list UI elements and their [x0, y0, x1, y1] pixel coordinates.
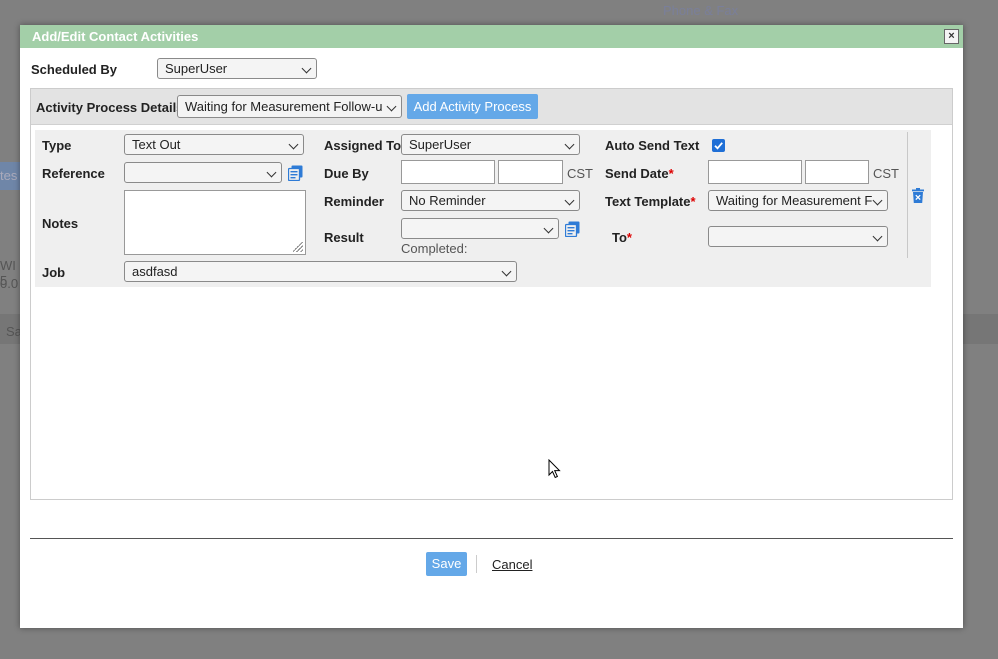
close-icon: ×	[948, 30, 955, 42]
text-template-select[interactable]: Waiting for Measurement F	[708, 190, 888, 211]
to-label: To*	[612, 230, 632, 245]
text-template-label: Text Template*	[605, 194, 696, 209]
save-button[interactable]: Save	[426, 552, 467, 576]
chevron-down-icon	[872, 195, 883, 206]
due-by-label: Due By	[324, 166, 369, 181]
send-date-label: Send Date*	[605, 166, 674, 181]
scheduled-by-select[interactable]: SuperUser	[157, 58, 317, 79]
activity-process-label: Activity Process Details	[36, 100, 184, 115]
job-label: Job	[42, 265, 66, 280]
required-mark: *	[690, 194, 696, 209]
resize-grip-icon[interactable]	[293, 242, 303, 252]
auto-send-text-checkbox[interactable]	[712, 139, 725, 152]
cancel-link[interactable]: Cancel	[492, 557, 532, 572]
bg-text-fragment: 0.0	[0, 276, 19, 291]
type-label: Type	[42, 138, 72, 153]
dialog-titlebar: Add/Edit Contact Activities ×	[20, 25, 963, 48]
send-time-input[interactable]	[805, 160, 869, 184]
contact-activities-dialog: Add/Edit Contact Activities × Scheduled …	[20, 25, 963, 628]
assigned-to-value: SuperUser	[409, 137, 472, 152]
notes-textarea[interactable]	[124, 190, 306, 255]
mouse-cursor-icon	[548, 459, 561, 479]
assigned-to-label: Assigned To	[324, 138, 402, 153]
scheduled-by-value: SuperUser	[165, 61, 228, 76]
activity-panel: Activity Process Details Waiting for Mea…	[30, 88, 953, 500]
bg-band	[963, 314, 998, 344]
chevron-down-icon	[301, 63, 312, 74]
scheduled-by-label: Scheduled By	[31, 62, 117, 77]
reference-select[interactable]	[124, 162, 282, 183]
result-label: Result	[324, 230, 364, 245]
send-date-timezone: CST	[873, 166, 899, 181]
required-mark: *	[668, 166, 674, 181]
bg-text-fragment: Sa	[6, 324, 20, 339]
completed-label: Completed:	[401, 241, 468, 256]
chevron-down-icon	[543, 223, 554, 234]
activity-process-select[interactable]: Waiting for Measurement Follow-u	[177, 95, 402, 118]
type-select[interactable]: Text Out	[124, 134, 304, 155]
delete-column-divider	[907, 132, 908, 258]
due-by-time-input[interactable]	[498, 160, 563, 184]
job-value: asdfasd	[132, 264, 178, 279]
result-lookup-icon[interactable]	[565, 221, 580, 237]
delete-activity-icon[interactable]	[912, 188, 924, 203]
required-mark: *	[626, 230, 632, 245]
text-template-label-text: Text Template	[605, 194, 691, 209]
job-select[interactable]: asdfasd	[124, 261, 517, 282]
send-date-label-text: Send Date	[605, 166, 669, 181]
notes-label: Notes	[42, 216, 79, 231]
due-by-timezone: CST	[567, 166, 593, 181]
chevron-down-icon	[266, 167, 277, 178]
text-template-value: Waiting for Measurement F	[716, 193, 873, 208]
assigned-to-select[interactable]: SuperUser	[401, 134, 580, 155]
chevron-down-icon	[501, 266, 512, 277]
activity-process-header: Activity Process Details Waiting for Mea…	[31, 89, 952, 125]
dialog-title: Add/Edit Contact Activities	[32, 29, 199, 44]
activity-process-value: Waiting for Measurement Follow-u	[185, 99, 383, 114]
auto-send-text-label: Auto Send Text	[605, 138, 700, 153]
reference-lookup-icon[interactable]	[288, 165, 303, 181]
reminder-select[interactable]: No Reminder	[401, 190, 580, 211]
chevron-down-icon	[564, 139, 575, 150]
bg-phone-fax-text: Phone & Fax	[663, 3, 739, 18]
chevron-down-icon	[872, 231, 883, 242]
reminder-value: No Reminder	[409, 193, 486, 208]
send-date-input[interactable]	[708, 160, 802, 184]
bg-text-fragment: tes	[0, 168, 18, 183]
button-separator	[476, 555, 477, 573]
to-select[interactable]	[708, 226, 888, 247]
activity-details-box: Type Text Out Reference Notes Job asdfas…	[35, 130, 931, 287]
chevron-down-icon	[564, 195, 575, 206]
reference-label: Reference	[42, 166, 105, 181]
due-by-date-input[interactable]	[401, 160, 495, 184]
reminder-label: Reminder	[324, 194, 384, 209]
chevron-down-icon	[288, 139, 299, 150]
close-button[interactable]: ×	[944, 29, 959, 44]
to-label-text: To	[612, 230, 627, 245]
type-value: Text Out	[132, 137, 181, 152]
result-select[interactable]	[401, 218, 559, 239]
chevron-down-icon	[386, 101, 397, 112]
footer-divider	[30, 538, 953, 539]
add-activity-process-button[interactable]: Add Activity Process	[407, 94, 538, 119]
